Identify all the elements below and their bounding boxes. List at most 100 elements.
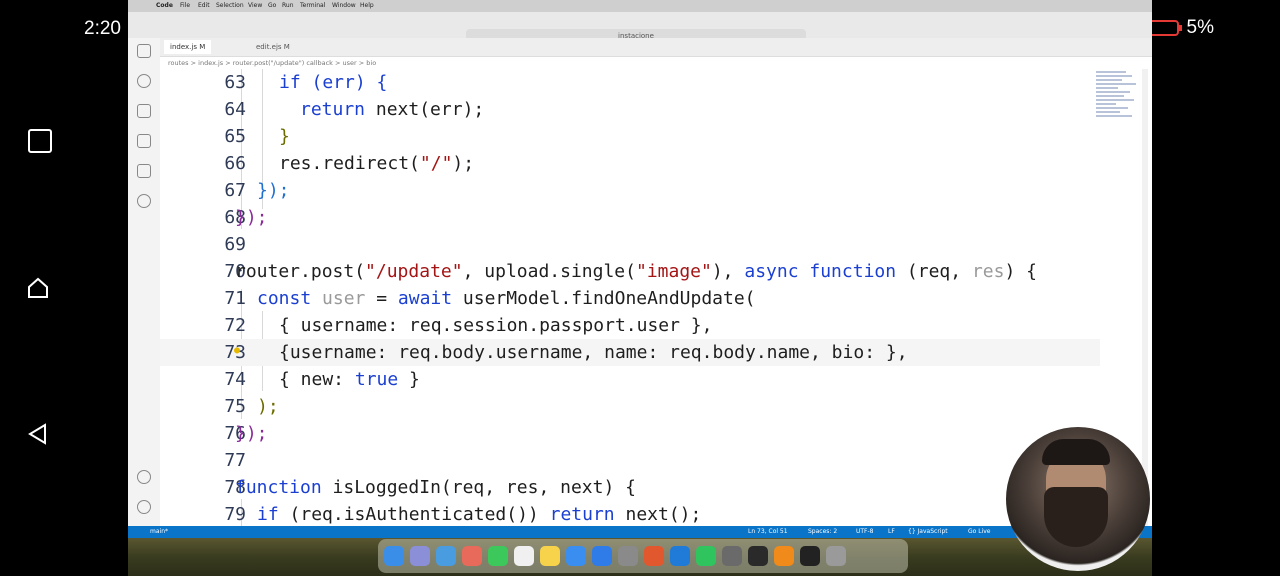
line-number: 71 xyxy=(224,288,246,309)
run-debug-icon[interactable] xyxy=(137,134,151,148)
line-number: 64 xyxy=(224,99,246,120)
presenter-hair xyxy=(1042,439,1110,465)
vscode-icon[interactable] xyxy=(670,546,690,566)
tab-edit-ejs[interactable]: edit.ejs M xyxy=(250,40,296,54)
launchpad-icon[interactable] xyxy=(410,546,430,566)
code-text: if (req.isAuthenticated()) return next()… xyxy=(257,504,702,525)
code-text: {username: req.body.username, name: req.… xyxy=(279,342,908,363)
code-line: 68}); xyxy=(160,204,1100,231)
settings-icon[interactable] xyxy=(618,546,638,566)
finder-icon[interactable] xyxy=(384,546,404,566)
presenter-beard xyxy=(1044,487,1108,547)
trash-icon[interactable] xyxy=(826,546,846,566)
line-ending[interactable]: LF xyxy=(888,526,895,538)
code-line: 74 { new: true } xyxy=(160,366,1100,393)
code-text: const user = await userModel.findOneAndU… xyxy=(257,288,756,309)
menu-terminal[interactable]: Terminal xyxy=(300,2,325,9)
extensions-icon[interactable] xyxy=(137,164,151,178)
calendar-icon[interactable] xyxy=(514,546,534,566)
source-control-icon[interactable] xyxy=(137,104,151,118)
cursor-position[interactable]: Ln 73, Col 51 xyxy=(748,526,788,538)
webcam-overlay xyxy=(1006,427,1150,571)
recents-button[interactable] xyxy=(28,129,52,153)
line-number: 77 xyxy=(224,450,246,471)
code-text: ); xyxy=(257,396,279,417)
activity-monitor-icon[interactable] xyxy=(722,546,742,566)
video-frame: Code File Edit Selection View Go Run Ter… xyxy=(128,0,1152,576)
code-text: if (err) { xyxy=(279,72,388,93)
brave-icon[interactable] xyxy=(644,546,664,566)
code-text: return next(err); xyxy=(300,99,485,120)
home-button[interactable] xyxy=(26,276,50,300)
files-icon[interactable] xyxy=(566,546,586,566)
menu-view[interactable]: View xyxy=(248,2,262,9)
code-line: 76}); xyxy=(160,420,1100,447)
battery-percent: 5% xyxy=(1186,17,1214,38)
menu-go[interactable]: Go xyxy=(268,2,276,9)
code-text: res.redirect("/"); xyxy=(279,153,475,174)
code-text: function isLoggedIn(req, res, next) { xyxy=(235,477,636,498)
code-line: 78 function isLoggedIn(req, res, next) { xyxy=(160,474,1100,501)
breadcrumb[interactable]: routes > index.js > router.post("/update… xyxy=(160,57,1152,69)
messages-icon[interactable] xyxy=(488,546,508,566)
menu-selection[interactable]: Selection xyxy=(216,2,244,9)
code-line-current: 73 ● {username: req.body.username, name: r… xyxy=(160,339,1100,366)
line-number: 69 xyxy=(224,234,246,255)
indentation[interactable]: Spaces: 2 xyxy=(808,526,837,538)
language-mode[interactable]: {} JavaScript xyxy=(908,526,948,538)
code-text: }); xyxy=(235,423,268,444)
title-bar: instacione xyxy=(128,12,1152,43)
line-number: 72 xyxy=(224,315,246,336)
menu-file[interactable]: File xyxy=(180,2,190,9)
line-number: 79 xyxy=(224,504,246,525)
mac-dock xyxy=(378,539,908,573)
remote-icon[interactable] xyxy=(137,194,151,208)
mac-menu-bar: Code File Edit Selection View Go Run Ter… xyxy=(128,0,1152,12)
code-line: 79 if (req.isAuthenticated()) return next… xyxy=(160,501,1100,526)
editor-scrollbar[interactable] xyxy=(1142,69,1148,526)
safari-icon[interactable] xyxy=(436,546,456,566)
terminal-icon[interactable] xyxy=(748,546,768,566)
tab-index-js[interactable]: index.js M xyxy=(164,40,212,54)
screen-recorder-icon[interactable] xyxy=(800,546,820,566)
line-number: 65 xyxy=(224,126,246,147)
code-text: }); xyxy=(257,180,290,201)
menu-code[interactable]: Code xyxy=(156,2,173,9)
app-store-icon[interactable] xyxy=(592,546,612,566)
whatsapp-icon[interactable] xyxy=(696,546,716,566)
vlc-icon[interactable] xyxy=(774,546,794,566)
account-icon[interactable] xyxy=(137,470,151,484)
code-text: } xyxy=(279,126,290,147)
code-line: 63 if (err) { xyxy=(160,69,1100,96)
branch-indicator[interactable]: main* xyxy=(150,526,168,538)
explorer-icon[interactable] xyxy=(137,44,151,58)
editor-tabs: index.js M edit.ejs M xyxy=(160,38,1152,57)
code-text: { username: req.session.passport.user }, xyxy=(279,315,713,336)
code-line: 72 { username: req.session.passport.user … xyxy=(160,312,1100,339)
code-line: 65} xyxy=(160,123,1100,150)
line-number: 63 xyxy=(224,72,246,93)
encoding[interactable]: UTF-8 xyxy=(856,526,874,538)
menu-run[interactable]: Run xyxy=(282,2,294,9)
code-editor[interactable]: 63 if (err) { 64 return next(err); 65} 66 r… xyxy=(160,69,1152,526)
minimap[interactable] xyxy=(1096,69,1140,165)
code-line: 71 const user = await userModel.findOneAn… xyxy=(160,285,1100,312)
code-line: 77 xyxy=(160,447,1100,474)
search-icon[interactable] xyxy=(137,74,151,88)
line-number: 74 xyxy=(224,369,246,390)
notes-icon[interactable] xyxy=(540,546,560,566)
menu-help[interactable]: Help xyxy=(360,2,374,9)
back-button[interactable] xyxy=(26,422,50,446)
status-bar: main* Ln 73, Col 51 Spaces: 2 UTF-8 LF {… xyxy=(128,526,1152,538)
line-number: 75 xyxy=(224,396,246,417)
go-live-button[interactable]: Go Live xyxy=(968,526,990,538)
lightbulb-icon[interactable]: ● xyxy=(234,337,240,364)
menu-window[interactable]: Window xyxy=(332,2,356,9)
activity-bar xyxy=(128,38,161,526)
photos-icon[interactable] xyxy=(462,546,482,566)
settings-gear-icon[interactable] xyxy=(137,500,151,514)
code-line: 66 res.redirect("/"); xyxy=(160,150,1100,177)
menu-edit[interactable]: Edit xyxy=(198,2,210,9)
code-text: { new: true } xyxy=(279,369,420,390)
line-number: 66 xyxy=(224,153,246,174)
